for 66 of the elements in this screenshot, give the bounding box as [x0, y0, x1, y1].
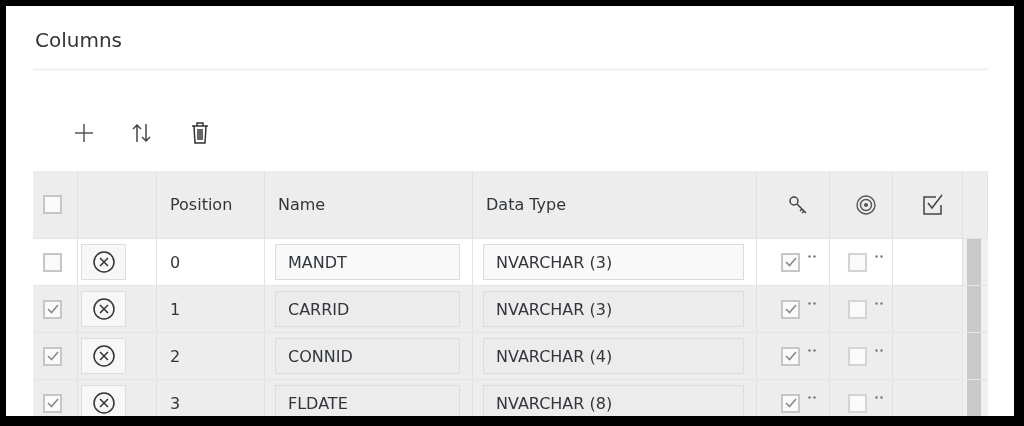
table-row[interactable]: 0 MANDT NVARCHAR (3) [33, 238, 988, 285]
dots-icon [875, 349, 883, 352]
name-field[interactable]: MANDT [275, 244, 460, 280]
table-row[interactable]: 3 FLDATE NVARCHAR (8) [33, 379, 988, 416]
column-header: Data Type [485, 195, 567, 214]
close-circle-icon [91, 297, 116, 321]
key-checkbox[interactable] [781, 252, 800, 272]
name-field[interactable]: CARRID [275, 291, 460, 327]
key-icon [788, 194, 808, 215]
name-field[interactable]: CONNID [275, 338, 460, 374]
table-cell-text: 0 [169, 252, 181, 272]
scrollbar[interactable] [967, 333, 981, 379]
table-cell-text: 1 [169, 299, 181, 319]
column-header: Name [277, 195, 326, 214]
row-checkbox[interactable] [43, 299, 62, 319]
select-all-checkbox[interactable] [43, 195, 62, 214]
dots-icon [875, 396, 883, 399]
not-null-checkbox[interactable] [848, 299, 867, 319]
scrollbar[interactable] [967, 286, 981, 332]
data-type-field[interactable]: NVARCHAR (3) [483, 244, 744, 280]
not-null-checkbox[interactable] [848, 252, 867, 272]
close-circle-icon [91, 344, 116, 368]
plus-icon [74, 123, 94, 143]
table-cell-text: 2 [169, 346, 181, 366]
column-header: Position [169, 195, 233, 214]
not-null-checkbox[interactable] [848, 393, 867, 413]
check-icon [46, 398, 59, 408]
table-cell-text: 3 [169, 393, 181, 413]
check-icon [784, 304, 797, 314]
dots-icon [875, 302, 883, 305]
check-icon [46, 304, 59, 314]
check-icon [784, 257, 797, 267]
checkbox-icon [921, 193, 944, 216]
remove-row-button[interactable] [81, 338, 126, 374]
key-checkbox[interactable] [781, 393, 800, 413]
section-title: Columns [34, 27, 123, 54]
dots-icon [808, 396, 816, 399]
dots-icon [808, 302, 816, 305]
remove-row-button[interactable] [81, 244, 126, 280]
scrollbar[interactable] [967, 239, 981, 285]
remove-row-button[interactable] [81, 291, 126, 327]
not-null-checkbox[interactable] [848, 346, 867, 366]
close-circle-icon [91, 391, 116, 415]
table-row[interactable]: 1 CARRID NVARCHAR (3) [33, 285, 988, 332]
key-checkbox[interactable] [781, 346, 800, 366]
row-checkbox[interactable] [43, 252, 62, 272]
row-checkbox[interactable] [43, 346, 62, 366]
dots-icon [875, 255, 883, 258]
check-icon [46, 351, 59, 361]
check-icon [784, 398, 797, 408]
remove-row-button[interactable] [81, 385, 126, 416]
sort-icon [130, 122, 154, 144]
data-type-field[interactable]: NVARCHAR (3) [483, 291, 744, 327]
dots-icon [808, 255, 816, 258]
check-icon [784, 351, 797, 361]
close-circle-icon [91, 250, 116, 274]
data-type-field[interactable]: NVARCHAR (4) [483, 338, 744, 374]
target-icon [855, 193, 877, 216]
name-field[interactable]: FLDATE [275, 385, 460, 416]
key-checkbox[interactable] [781, 299, 800, 319]
data-type-field[interactable]: NVARCHAR (8) [483, 385, 744, 416]
scrollbar[interactable] [967, 380, 981, 416]
dots-icon [808, 349, 816, 352]
trash-icon [190, 121, 210, 145]
row-checkbox[interactable] [43, 393, 62, 413]
table-row[interactable]: 2 CONNID NVARCHAR (4) [33, 332, 988, 379]
